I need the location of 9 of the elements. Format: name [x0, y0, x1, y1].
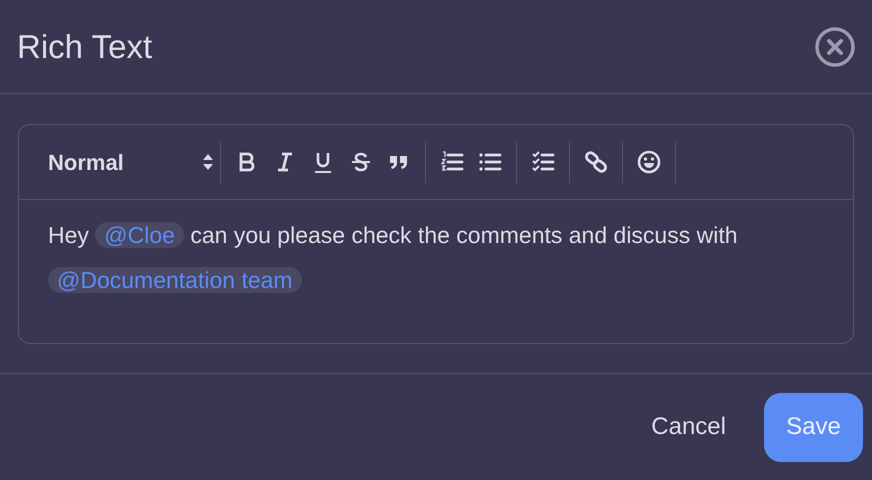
link-icon[interactable]	[584, 150, 608, 174]
smiley-icon[interactable]	[637, 150, 661, 174]
dialog-title: Rich Text	[17, 30, 152, 63]
format-select[interactable]: Normal	[48, 146, 220, 178]
checklist-icon[interactable]	[531, 150, 555, 174]
close-icon[interactable]	[814, 26, 856, 68]
cancel-button[interactable]: Cancel	[633, 395, 744, 459]
strikethrough-icon[interactable]	[349, 150, 373, 174]
sort-caret-icon	[202, 152, 214, 172]
